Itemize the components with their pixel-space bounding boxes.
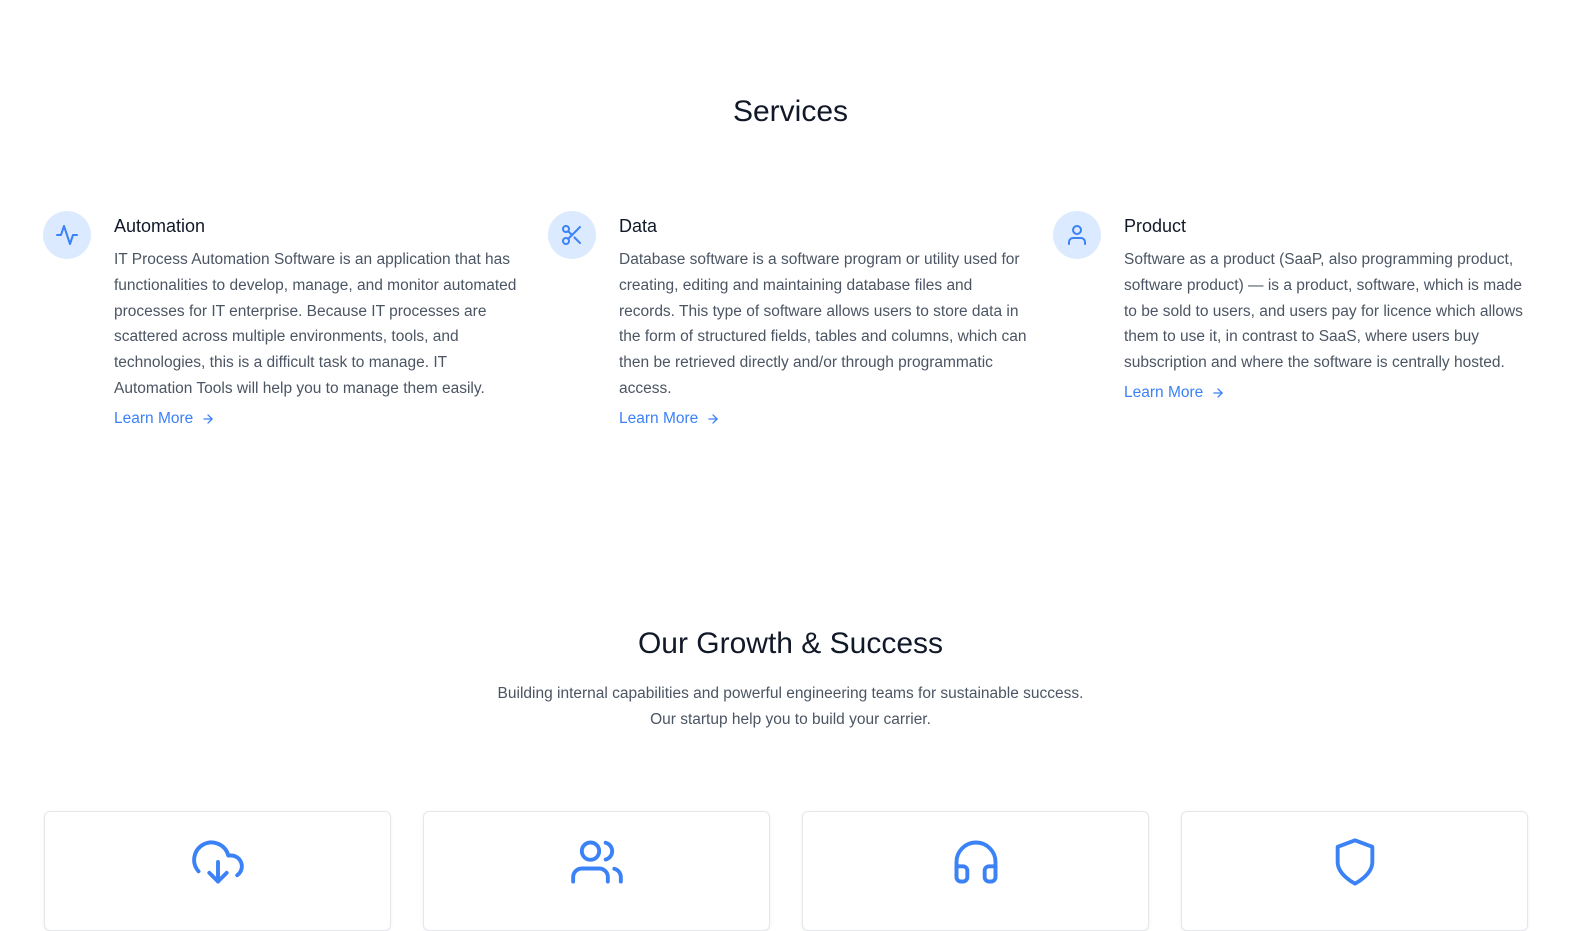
cloud-download-icon [191,840,244,884]
service-title: Product [1124,216,1187,236]
growth-subtitle-line: Building internal capabilities and power… [497,685,1084,702]
growth-subtitle-line: Our startup help you to build your carri… [650,711,931,728]
growth-subtitle: Building internal capabilities and power… [0,681,1581,733]
learn-more-label: Learn More [1124,383,1204,401]
growth-title: Our Growth & Success [637,627,944,660]
users-icon [570,840,623,884]
services-title: Services [732,95,849,128]
arrow-right-icon [708,414,718,424]
stat-card [802,811,1149,931]
learn-more-link[interactable]: Learn More [619,410,720,428]
learn-more-link[interactable]: Learn More [1124,384,1225,402]
stat-card [1181,811,1528,931]
stat-card [44,811,391,931]
arrow-right-icon [1213,388,1223,398]
learn-more-label: Learn More [114,409,194,427]
activity-icon [43,211,91,259]
scissors-icon [548,211,596,259]
stat-card [423,811,770,931]
service-title: Automation [114,216,206,236]
shield-icon [1335,838,1374,886]
service-description: IT Process Automation Software is an app… [114,251,517,397]
service-description: Database software is a software program … [619,251,1027,397]
arrow-right-icon [203,414,213,424]
learn-more-link[interactable]: Learn More [114,410,215,428]
user-icon [1053,211,1101,259]
learn-more-label: Learn More [619,409,699,427]
headphones-icon [954,840,997,884]
service-title: Data [619,216,658,236]
service-description: Software as a product (SaaP, also progra… [1124,251,1523,372]
